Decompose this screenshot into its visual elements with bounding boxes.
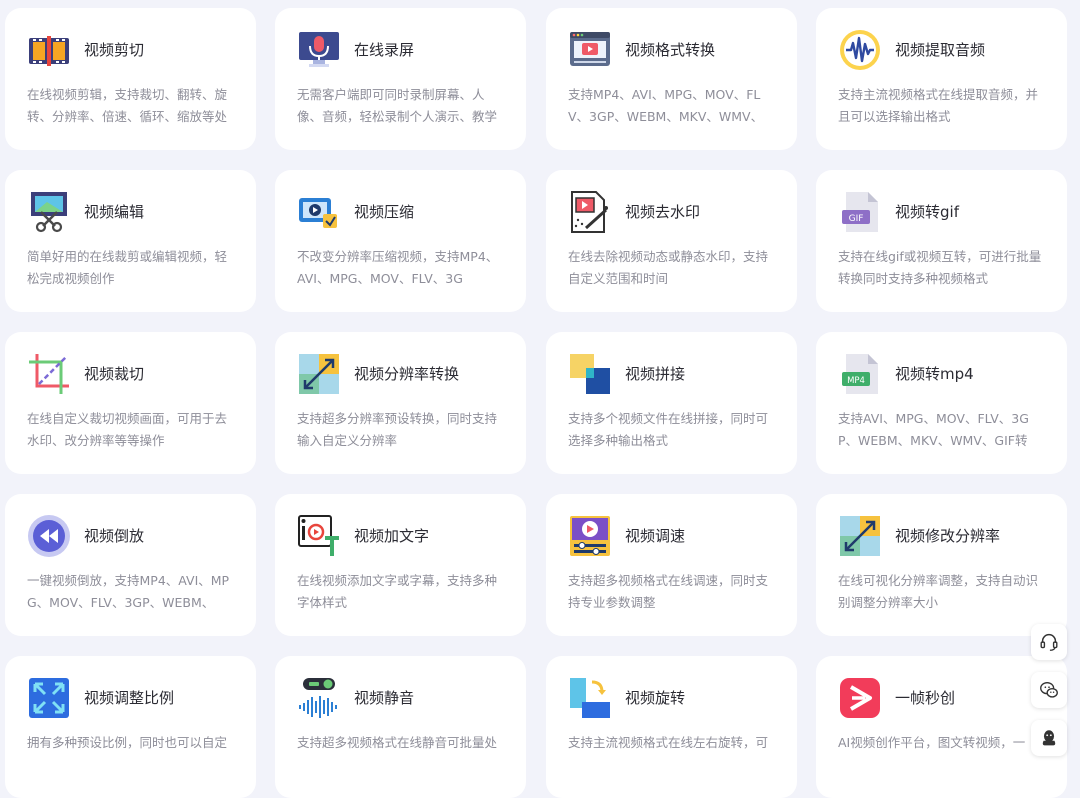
tool-card-description: 在线可视化分辨率调整，支持自动识别调整分辨率大小	[838, 573, 1039, 610]
tool-card-title: 视频调整比例	[84, 689, 175, 707]
audio-extract-icon	[838, 28, 882, 72]
format-convert-icon	[568, 28, 612, 72]
tool-card-mute[interactable]: 视频静音 支持超多视频格式在线静音可批量处	[275, 656, 526, 798]
tool-card-video-compress[interactable]: 视频压缩 不改变分辨率压缩视频，支持MP4、AVI、MPG、MOV、FLV、3G	[275, 170, 526, 312]
resolution-edit-icon	[838, 514, 882, 558]
tool-card-title: 视频提取音频	[895, 41, 986, 59]
mp4-file-icon: MP4	[838, 352, 882, 396]
customer-service-button[interactable]	[1031, 624, 1067, 660]
tool-card-video-cut[interactable]: 视频剪切 在线视频剪辑，支持裁切、翻转、旋转、分辨率、倍速、循环、缩放等处	[5, 8, 256, 150]
wechat-button[interactable]	[1031, 672, 1067, 708]
headset-icon	[1038, 631, 1060, 653]
gif-file-icon: GIF	[838, 190, 882, 234]
tool-card-screen-record[interactable]: 在线录屏 无需客户端即可同时录制屏幕、人像、音频，轻松录制个人演示、教学	[275, 8, 526, 150]
tool-card-title: 视频加文字	[354, 527, 430, 545]
svg-text:GIF: GIF	[849, 214, 864, 224]
video-compress-icon	[297, 190, 341, 234]
tool-card-title: 视频转gif	[895, 203, 959, 221]
tool-card-description: 支持多个视频文件在线拼接，同时可选择多种输出格式	[568, 411, 769, 448]
tool-card-title: 视频分辨率转换	[354, 365, 460, 383]
tool-card-description: 在线视频添加文字或字幕，支持多种字体样式	[297, 573, 498, 610]
tool-card-title: 视频格式转换	[625, 41, 716, 59]
aspect-ratio-icon	[27, 676, 71, 720]
merge-icon	[568, 352, 612, 396]
tool-card-description: 不改变分辨率压缩视频，支持MP4、AVI、MPG、MOV、FLV、3G	[297, 249, 499, 286]
tool-card-title: 视频去水印	[625, 203, 701, 221]
tool-card-title: 视频压缩	[354, 203, 415, 221]
resolution-convert-icon	[297, 352, 341, 396]
tool-card-description: 支持超多视频格式在线调速，同时支持专业参数调整	[568, 573, 769, 610]
tool-card-description: 支持超多视频格式在线静音可批量处	[297, 735, 498, 750]
video-edit-icon	[27, 190, 71, 234]
wechat-icon	[1038, 679, 1060, 701]
tool-card-title: 视频旋转	[625, 689, 686, 707]
watermark-remove-icon	[568, 190, 612, 234]
tool-card-description: 在线自定义裁切视频画面，可用于去水印、改分辨率等等操作	[27, 411, 228, 448]
tool-card-watermark-remove[interactable]: 视频去水印 在线去除视频动态或静态水印，支持自定义范围和时间	[546, 170, 797, 312]
tool-card-mp4[interactable]: MP4 视频转mp4 支持AVI、MPG、MOV、FLV、3GP、WEBM、MK…	[816, 332, 1067, 474]
tool-card-title: 视频拼接	[625, 365, 686, 383]
tool-card-format-convert[interactable]: 视频格式转换 支持MP4、AVI、MPG、MOV、FLV、3GP、WEBM、MK…	[546, 8, 797, 150]
qq-icon	[1038, 727, 1060, 749]
tool-card-title: 视频静音	[354, 689, 415, 707]
tool-card-title: 视频调速	[625, 527, 686, 545]
tool-card-description: AI视频创作平台，图文转视频，一	[838, 735, 1026, 750]
screen-record-icon	[297, 28, 341, 72]
tool-card-rotate[interactable]: 视频旋转 支持主流视频格式在线左右旋转，可	[546, 656, 797, 798]
tool-card-title: 视频倒放	[84, 527, 145, 545]
tool-card-title: 视频编辑	[84, 203, 145, 221]
rewind-icon	[27, 514, 71, 558]
tool-card-description: 支持AVI、MPG、MOV、FLV、3GP、WEBM、MKV、WMV、GIF转	[838, 411, 1029, 448]
tool-card-title: 一帧秒创	[895, 689, 956, 707]
tool-card-title: 视频转mp4	[895, 365, 974, 383]
svg-text:MP4: MP4	[847, 376, 865, 386]
tool-card-description: 在线视频剪辑，支持裁切、翻转、旋转、分辨率、倍速、循环、缩放等处	[27, 87, 228, 124]
tool-card-title: 视频剪切	[84, 41, 145, 59]
tool-card-rewind[interactable]: 视频倒放 一键视频倒放，支持MP4、AVI、MPG、MOV、FLV、3GP、WE…	[5, 494, 256, 636]
yizhen-logo-icon	[838, 676, 882, 720]
tool-card-crop[interactable]: 视频裁切 在线自定义裁切视频画面，可用于去水印、改分辨率等等操作	[5, 332, 256, 474]
tool-card-description: 支持MP4、AVI、MPG、MOV、FLV、3GP、WEBM、MKV、WMV、	[568, 87, 764, 124]
tool-card-description: 支持超多分辨率预设转换，同时支持输入自定义分辨率	[297, 411, 498, 448]
add-text-icon	[297, 514, 341, 558]
speed-adjust-icon	[568, 514, 612, 558]
tool-card-title: 视频修改分辨率	[895, 527, 1001, 545]
tool-card-resolution-convert[interactable]: 视频分辨率转换 支持超多分辨率预设转换，同时支持输入自定义分辨率	[275, 332, 526, 474]
tool-card-description: 一键视频倒放，支持MP4、AVI、MPG、MOV、FLV、3GP、WEBM、	[27, 573, 230, 610]
tool-card-description: 支持主流视频格式在线左右旋转，可	[568, 735, 769, 750]
tool-card-description: 支持在线gif或视频互转，可进行批量转换同时支持多种视频格式	[838, 249, 1042, 286]
tool-card-title: 视频裁切	[84, 365, 145, 383]
tool-card-add-text[interactable]: 视频加文字 在线视频添加文字或字幕，支持多种字体样式	[275, 494, 526, 636]
tool-card-speed-adjust[interactable]: 视频调速 支持超多视频格式在线调速，同时支持专业参数调整	[546, 494, 797, 636]
tool-card-description: 支持主流视频格式在线提取音频，并且可以选择输出格式	[838, 87, 1039, 124]
crop-icon	[27, 352, 71, 396]
tool-card-gif[interactable]: GIF 视频转gif 支持在线gif或视频互转，可进行批量转换同时支持多种视频格…	[816, 170, 1067, 312]
tool-card-description: 在线去除视频动态或静态水印，支持自定义范围和时间	[568, 249, 769, 286]
tool-card-audio-extract[interactable]: 视频提取音频 支持主流视频格式在线提取音频，并且可以选择输出格式	[816, 8, 1067, 150]
tool-card-title: 在线录屏	[354, 41, 415, 59]
tool-card-description: 简单好用的在线裁剪或编辑视频，轻松完成视频创作	[27, 249, 228, 286]
rotate-icon	[568, 676, 612, 720]
tool-card-yizhen[interactable]: 一帧秒创 AI视频创作平台，图文转视频，一	[816, 656, 1067, 798]
tool-card-merge[interactable]: 视频拼接 支持多个视频文件在线拼接，同时可选择多种输出格式	[546, 332, 797, 474]
qq-button[interactable]	[1031, 720, 1067, 756]
tools-grid: 视频剪切 在线视频剪辑，支持裁切、翻转、旋转、分辨率、倍速、循环、缩放等处 在线…	[0, 0, 1080, 798]
tool-card-video-edit[interactable]: 视频编辑 简单好用的在线裁剪或编辑视频，轻松完成视频创作	[5, 170, 256, 312]
tool-card-description: 无需客户端即可同时录制屏幕、人像、音频，轻松录制个人演示、教学	[297, 87, 498, 124]
tool-card-resolution-edit[interactable]: 视频修改分辨率 在线可视化分辨率调整，支持自动识别调整分辨率大小	[816, 494, 1067, 636]
tool-card-aspect-ratio[interactable]: 视频调整比例 拥有多种预设比例，同时也可以自定	[5, 656, 256, 798]
video-cut-icon	[27, 28, 71, 72]
tool-card-description: 拥有多种预设比例，同时也可以自定	[27, 735, 228, 750]
mute-icon	[297, 676, 341, 720]
